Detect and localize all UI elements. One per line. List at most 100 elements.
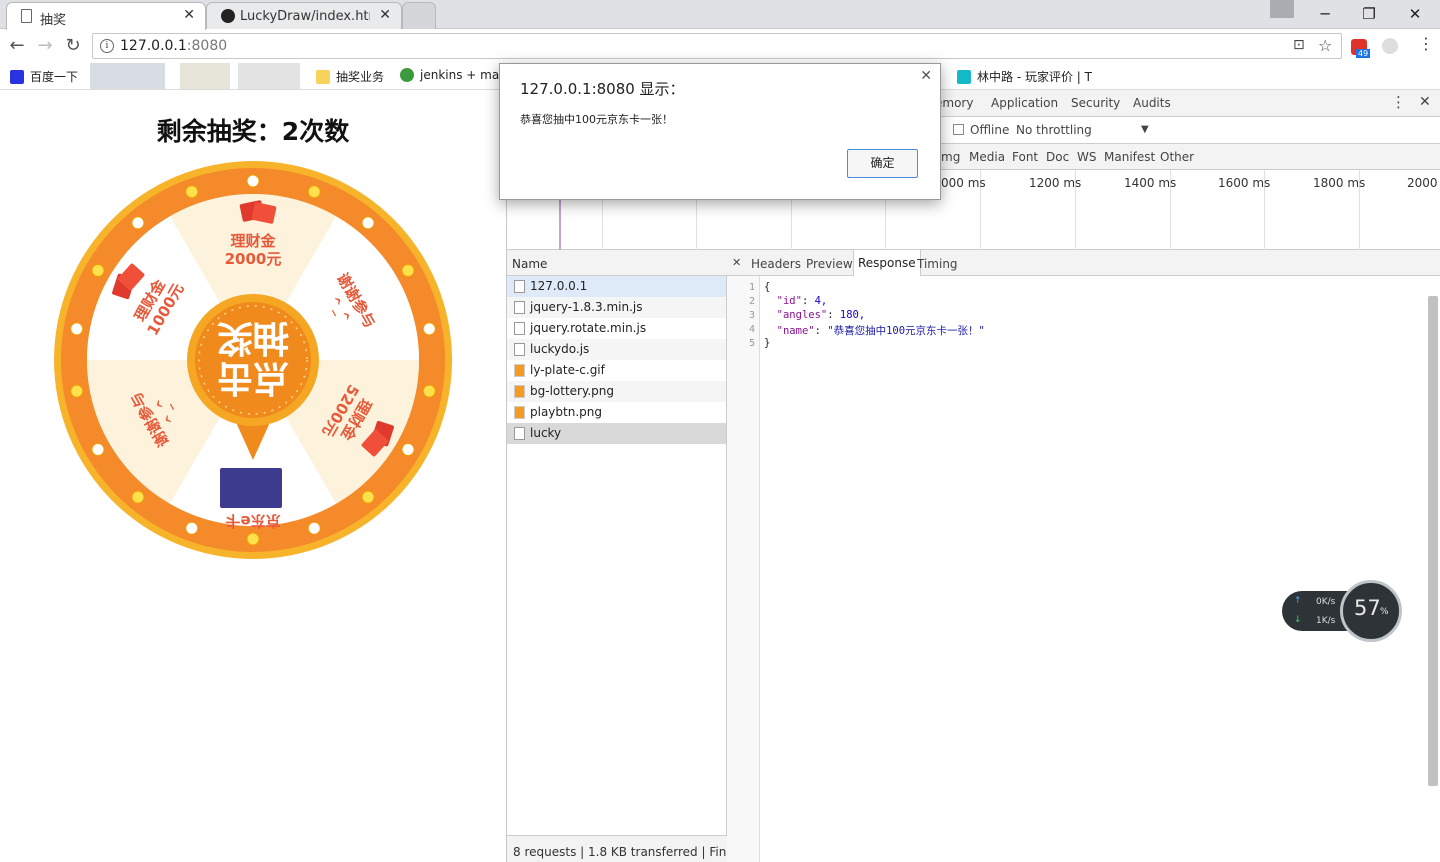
blurred-bookmark — [238, 63, 300, 89]
info-icon[interactable]: i — [100, 39, 114, 53]
reload-icon[interactable]: ↻ — [62, 35, 84, 56]
wheel-light — [185, 521, 199, 535]
tick-label: 1200 ms — [1029, 176, 1082, 190]
close-devtools-icon[interactable]: ✕ — [1419, 94, 1431, 110]
network-speed-widget[interactable]: ↑ 0K/s ↓ 1K/s 57 % — [1282, 580, 1402, 642]
upload-speed: 0K/s — [1316, 597, 1336, 607]
window-close-button[interactable]: ✕ — [1400, 4, 1430, 24]
page-icon — [21, 9, 32, 23]
filter-font[interactable]: Font — [1012, 150, 1038, 164]
code-line: } — [764, 337, 771, 349]
request-row[interactable]: ly-plate-c.gif — [507, 360, 726, 381]
tick-label: 000 ms — [941, 176, 986, 190]
page-viewport: 剩余抽奖：2次数 理财金 2000元 谢谢参与 ^_^ 理财金 5200元 京东e卡 谢谢参与… — [0, 90, 506, 862]
menu-icon[interactable]: ⋮ — [1418, 34, 1434, 53]
tab-headers[interactable]: Headers — [751, 257, 801, 271]
download-speed: 1K/s — [1316, 616, 1336, 626]
profile-icon[interactable] — [1270, 0, 1294, 18]
request-name: playbtn.png — [530, 405, 602, 419]
star-icon[interactable]: ☆ — [1318, 36, 1332, 55]
blurred-bookmark — [90, 63, 165, 89]
request-row[interactable]: luckydo.js — [507, 339, 726, 360]
translate-icon[interactable]: ⊡ — [1293, 37, 1305, 53]
request-row[interactable]: 127.0.0.1 — [507, 276, 726, 297]
prize-name: 京东e卡 — [225, 512, 280, 530]
remaining-draws: 剩余抽奖：2次数 — [156, 117, 350, 146]
document-file-icon — [514, 427, 525, 440]
more-icon[interactable]: ⋮ — [1391, 93, 1406, 111]
memory-gauge: 57 % — [1340, 580, 1402, 642]
alert-dialog: 127.0.0.1:8080 显示： ✕ 恭喜您抽中100元京东卡一张！ 确定 — [499, 63, 941, 200]
tab-security[interactable]: Security — [1071, 96, 1120, 110]
blurred-bookmark — [180, 63, 230, 89]
bookmark-baidu[interactable]: 百度一下 — [10, 68, 78, 85]
line-number: 3 — [748, 310, 755, 321]
request-row[interactable]: jquery-1.8.3.min.js — [507, 297, 726, 318]
name-column-header[interactable]: Name — [507, 250, 727, 276]
document-file-icon — [514, 301, 525, 314]
memory-percent: 57 — [1354, 596, 1381, 620]
dialog-close-icon[interactable]: ✕ — [920, 68, 932, 84]
back-icon[interactable]: ← — [6, 35, 28, 56]
request-name: bg-lottery.png — [530, 384, 615, 398]
extension-2-icon[interactable] — [1382, 38, 1398, 54]
wheel-light — [131, 216, 145, 230]
tab-lottery[interactable]: 抽奖 ✕ — [6, 2, 206, 30]
image-file-icon — [514, 385, 525, 398]
wheel-light — [91, 264, 105, 277]
lottery-wheel[interactable]: 理财金2000元谢谢参与^_^理财金5200元京东e卡谢谢参与^_^理财金100… — [53, 160, 453, 560]
ok-button[interactable]: 确定 — [847, 149, 918, 178]
scrollbar[interactable] — [1428, 296, 1438, 786]
restore-button[interactable]: ❐ — [1354, 4, 1384, 24]
forward-icon[interactable]: → — [34, 35, 56, 56]
filter-other[interactable]: Other — [1160, 150, 1194, 164]
request-row[interactable]: bg-lottery.png — [507, 381, 726, 402]
chevron-down-icon[interactable]: ▼ — [1141, 124, 1149, 135]
filter-manifest[interactable]: Manifest — [1104, 150, 1155, 164]
jd-card-icon — [220, 468, 282, 508]
wheel-light — [70, 322, 84, 336]
offline-checkbox[interactable] — [953, 124, 964, 135]
tab-timing[interactable]: Timing — [917, 257, 958, 271]
bookmark-folder[interactable]: 抽奖业务 — [316, 68, 384, 85]
tick-label: 1600 ms — [1218, 176, 1271, 190]
request-row[interactable]: lucky — [507, 423, 726, 444]
tick-label: 2000 — [1407, 176, 1438, 190]
dialog-message: 恭喜您抽中100元京东卡一张！ — [520, 113, 673, 126]
line-number: 5 — [748, 338, 755, 349]
bookmark-taptap[interactable]: 林中路 - 玩家评价 | T — [957, 68, 1092, 85]
wheel-light — [246, 532, 260, 546]
code-line: "id": 4, — [776, 295, 828, 307]
request-row[interactable]: jquery.rotate.min.js — [507, 318, 726, 339]
filter-ws[interactable]: WS — [1077, 150, 1096, 164]
wheel-light — [401, 264, 415, 277]
wheel-light — [91, 443, 105, 456]
tab-github[interactable]: LuckyDraw/index.html ✕ — [206, 2, 402, 30]
bookmark-jenkins[interactable]: jenkins + mav — [400, 68, 506, 82]
wheel-light — [361, 216, 375, 230]
close-icon[interactable]: ✕ — [379, 7, 391, 23]
address-bar[interactable]: i 127.0.0.1:8080 ⊡ ☆ — [92, 33, 1342, 59]
code-line: { — [764, 281, 771, 293]
filter-img[interactable]: mg — [941, 150, 960, 164]
minimize-button[interactable]: ─ — [1310, 4, 1340, 24]
tab-application[interactable]: Application — [991, 96, 1058, 110]
upload-arrow-icon: ↑ — [1294, 596, 1302, 606]
close-icon[interactable]: ✕ — [183, 7, 195, 23]
wheel-light — [422, 384, 436, 398]
filter-media[interactable]: Media — [969, 150, 1005, 164]
wheel-light — [401, 443, 415, 456]
document-file-icon — [514, 280, 525, 293]
tab-response[interactable]: Response — [853, 250, 921, 276]
github-icon — [221, 9, 235, 23]
tab-preview[interactable]: Preview — [806, 257, 853, 271]
filter-doc[interactable]: Doc — [1046, 150, 1069, 164]
throttling-select[interactable]: No throttling — [1016, 123, 1092, 137]
tab-audits[interactable]: Audits — [1133, 96, 1171, 110]
close-detail-icon[interactable]: ✕ — [732, 256, 741, 269]
request-row[interactable]: playbtn.png — [507, 402, 726, 423]
wheel-light — [70, 384, 84, 398]
prize-name: 理财金 — [230, 232, 276, 250]
new-tab-button[interactable] — [402, 2, 436, 30]
request-name: lucky — [530, 426, 562, 440]
